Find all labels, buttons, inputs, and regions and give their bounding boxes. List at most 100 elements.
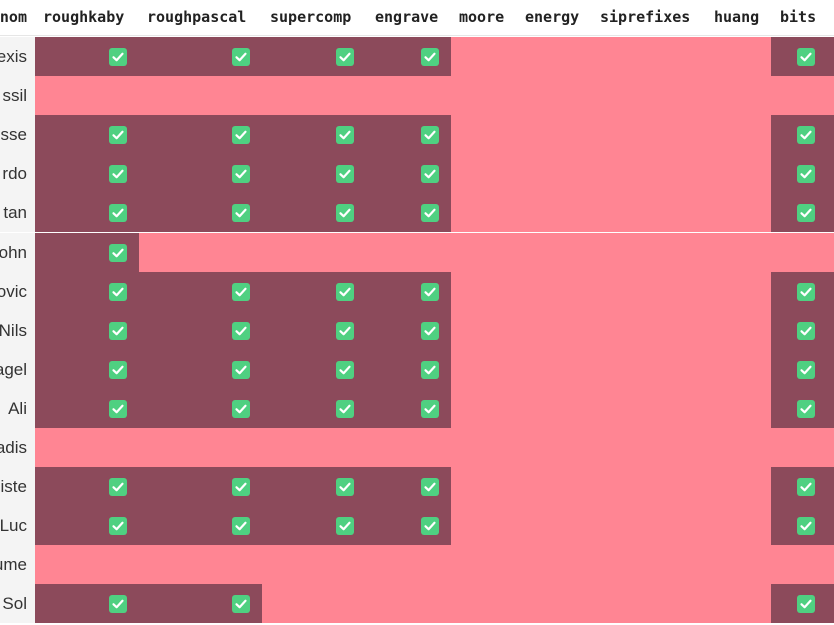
cell-engrave[interactable] xyxy=(366,115,451,155)
cell-bits[interactable] xyxy=(771,506,834,546)
cell-engrave[interactable] xyxy=(366,37,451,76)
cell-roughkaby[interactable] xyxy=(35,349,139,389)
checkbox-checked-icon[interactable] xyxy=(109,48,127,66)
cell-roughkaby[interactable] xyxy=(35,154,139,194)
cell-roughkaby[interactable] xyxy=(35,584,139,624)
checkbox-checked-icon[interactable] xyxy=(797,204,815,223)
cell-bits[interactable] xyxy=(771,154,834,194)
column-header-supercomp[interactable]: supercomp xyxy=(270,0,351,36)
checkbox-checked-icon[interactable] xyxy=(232,321,250,340)
checkbox-checked-icon[interactable] xyxy=(232,165,250,184)
checkbox-checked-icon[interactable] xyxy=(232,399,250,418)
cell-roughpascal[interactable] xyxy=(139,388,262,428)
column-header-roughpascal[interactable]: roughpascal xyxy=(147,0,246,36)
checkbox-checked-icon[interactable] xyxy=(109,282,127,301)
column-header-energy[interactable]: energy xyxy=(525,0,579,36)
column-header-bits[interactable]: bits xyxy=(780,0,816,36)
checkbox-checked-icon[interactable] xyxy=(109,243,127,262)
cell-supercomp[interactable] xyxy=(262,154,366,194)
checkbox-checked-icon[interactable] xyxy=(109,165,127,184)
checkbox-checked-icon[interactable] xyxy=(109,595,127,614)
checkbox-checked-icon[interactable] xyxy=(109,321,127,340)
cell-bits[interactable] xyxy=(771,467,834,507)
cell-roughkaby[interactable] xyxy=(35,467,139,507)
checkbox-checked-icon[interactable] xyxy=(421,321,439,340)
cell-bits[interactable] xyxy=(771,349,834,389)
checkbox-checked-icon[interactable] xyxy=(232,282,250,301)
checkbox-checked-icon[interactable] xyxy=(336,48,354,66)
cell-engrave[interactable] xyxy=(366,467,451,507)
checkbox-checked-icon[interactable] xyxy=(232,517,250,536)
cell-roughpascal[interactable] xyxy=(139,310,262,350)
checkbox-checked-icon[interactable] xyxy=(232,204,250,223)
column-header-siprefixes[interactable]: siprefixes xyxy=(600,0,690,36)
checkbox-checked-icon[interactable] xyxy=(797,595,815,614)
checkbox-checked-icon[interactable] xyxy=(797,165,815,184)
checkbox-checked-icon[interactable] xyxy=(109,126,127,145)
checkbox-checked-icon[interactable] xyxy=(797,399,815,418)
checkbox-checked-icon[interactable] xyxy=(336,517,354,536)
cell-roughpascal[interactable] xyxy=(139,154,262,194)
checkbox-checked-icon[interactable] xyxy=(797,282,815,301)
cell-roughkaby[interactable] xyxy=(35,388,139,428)
cell-roughpascal[interactable] xyxy=(139,349,262,389)
checkbox-checked-icon[interactable] xyxy=(421,282,439,301)
checkbox-checked-icon[interactable] xyxy=(421,517,439,536)
column-header-engrave[interactable]: engrave xyxy=(375,0,438,36)
cell-supercomp[interactable] xyxy=(262,115,366,155)
checkbox-checked-icon[interactable] xyxy=(109,517,127,536)
checkbox-checked-icon[interactable] xyxy=(336,321,354,340)
checkbox-checked-icon[interactable] xyxy=(797,321,815,340)
cell-engrave[interactable] xyxy=(366,506,451,546)
checkbox-checked-icon[interactable] xyxy=(336,204,354,223)
checkbox-checked-icon[interactable] xyxy=(421,204,439,223)
cell-bits[interactable] xyxy=(771,271,834,311)
cell-engrave[interactable] xyxy=(366,349,451,389)
column-header-moore[interactable]: moore xyxy=(459,0,504,36)
cell-roughpascal[interactable] xyxy=(139,37,262,76)
checkbox-checked-icon[interactable] xyxy=(421,399,439,418)
cell-engrave[interactable] xyxy=(366,310,451,350)
checkbox-checked-icon[interactable] xyxy=(336,282,354,301)
column-header-nom[interactable]: nom xyxy=(0,0,35,36)
cell-bits[interactable] xyxy=(771,115,834,155)
checkbox-checked-icon[interactable] xyxy=(336,126,354,145)
cell-bits[interactable] xyxy=(771,388,834,428)
cell-roughkaby[interactable] xyxy=(35,193,139,233)
column-header-roughkaby[interactable]: roughkaby xyxy=(43,0,124,36)
cell-bits[interactable] xyxy=(771,37,834,76)
cell-roughkaby[interactable] xyxy=(35,37,139,76)
checkbox-checked-icon[interactable] xyxy=(336,399,354,418)
checkbox-checked-icon[interactable] xyxy=(421,478,439,497)
checkbox-checked-icon[interactable] xyxy=(421,126,439,145)
cell-supercomp[interactable] xyxy=(262,193,366,233)
checkbox-checked-icon[interactable] xyxy=(797,478,815,497)
cell-roughpascal[interactable] xyxy=(139,271,262,311)
checkbox-checked-icon[interactable] xyxy=(336,360,354,379)
cell-roughkaby[interactable] xyxy=(35,310,139,350)
checkbox-checked-icon[interactable] xyxy=(421,48,439,66)
checkbox-checked-icon[interactable] xyxy=(797,48,815,66)
cell-engrave[interactable] xyxy=(366,271,451,311)
cell-engrave[interactable] xyxy=(366,193,451,233)
checkbox-checked-icon[interactable] xyxy=(109,360,127,379)
cell-supercomp[interactable] xyxy=(262,467,366,507)
checkbox-checked-icon[interactable] xyxy=(232,126,250,145)
checkbox-checked-icon[interactable] xyxy=(336,165,354,184)
cell-roughpascal[interactable] xyxy=(139,193,262,233)
checkbox-checked-icon[interactable] xyxy=(109,204,127,223)
cell-supercomp[interactable] xyxy=(262,37,366,76)
cell-roughpascal[interactable] xyxy=(139,506,262,546)
checkbox-checked-icon[interactable] xyxy=(109,478,127,497)
checkbox-checked-icon[interactable] xyxy=(232,48,250,66)
cell-roughpascal[interactable] xyxy=(139,467,262,507)
cell-roughkaby[interactable] xyxy=(35,506,139,546)
cell-supercomp[interactable] xyxy=(262,388,366,428)
checkbox-checked-icon[interactable] xyxy=(232,595,250,614)
cell-supercomp[interactable] xyxy=(262,506,366,546)
cell-supercomp[interactable] xyxy=(262,349,366,389)
cell-engrave[interactable] xyxy=(366,154,451,194)
cell-bits[interactable] xyxy=(771,584,834,624)
cell-supercomp[interactable] xyxy=(262,271,366,311)
checkbox-checked-icon[interactable] xyxy=(232,360,250,379)
